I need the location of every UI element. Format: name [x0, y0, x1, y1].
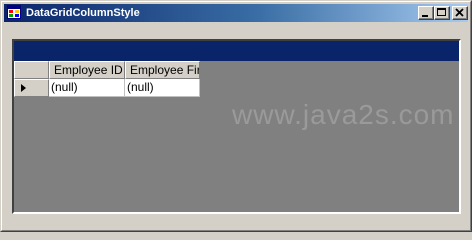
window-title: DataGridColumnStyle [26, 7, 140, 19]
current-row-arrow-icon [21, 84, 26, 92]
row-header-corner[interactable] [14, 61, 49, 79]
cell-employee-first[interactable]: (null) [125, 79, 200, 97]
app-icon[interactable] [7, 5, 21, 19]
watermark: www.java2s.com [232, 99, 455, 130]
column-header-employee-id[interactable]: Employee ID [49, 61, 125, 79]
title-bar[interactable]: DataGridColumnStyle [4, 4, 468, 22]
minimize-icon [422, 15, 428, 17]
maximize-icon [437, 8, 446, 16]
row-header[interactable] [14, 79, 49, 97]
app-window: DataGridColumnStyle Employee ID Employee… [0, 0, 472, 232]
column-header-employee-first[interactable]: Employee Fir [125, 61, 200, 79]
cell-employee-id[interactable]: (null) [49, 79, 125, 97]
data-grid[interactable]: Employee ID Employee Fir (null) (null) w… [12, 39, 461, 214]
minimize-button[interactable] [418, 6, 434, 20]
maximize-button[interactable] [434, 6, 450, 20]
close-button[interactable] [452, 6, 468, 20]
close-icon [455, 8, 464, 17]
grid-caption-bar [14, 41, 459, 61]
